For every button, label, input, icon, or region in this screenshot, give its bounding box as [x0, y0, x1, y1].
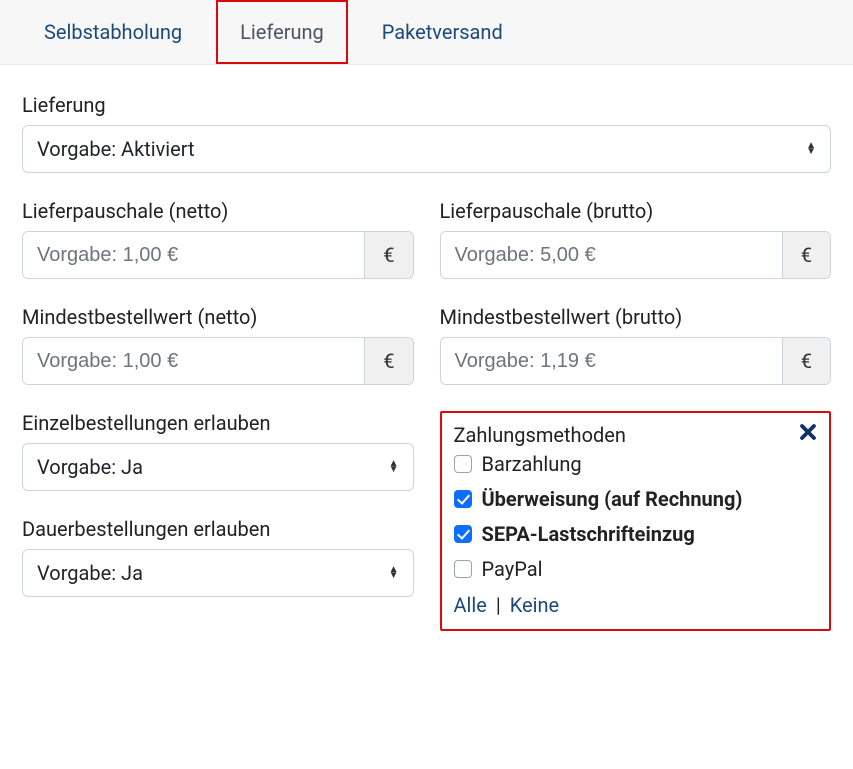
- payment-transfer-label: Überweisung (auf Rechnung): [482, 486, 743, 513]
- select-all-link[interactable]: Alle: [454, 593, 487, 617]
- chevron-updown-icon: ▲▼: [389, 461, 399, 473]
- single-orders-value: Vorgabe: Ja: [37, 455, 143, 479]
- min-net-input[interactable]: [23, 338, 364, 384]
- euro-suffix-icon: €: [364, 338, 412, 384]
- tab-bar: Selbstabholung Lieferung Paketversand: [0, 0, 853, 65]
- fee-gross-field: Lieferpauschale (brutto) €: [440, 199, 832, 279]
- fee-gross-label: Lieferpauschale (brutto): [440, 199, 832, 223]
- close-icon[interactable]: [799, 423, 817, 446]
- payment-sepa-checkbox[interactable]: [454, 525, 472, 543]
- recurring-orders-value: Vorgabe: Ja: [37, 561, 143, 585]
- fee-net-field: Lieferpauschale (netto) €: [22, 199, 414, 279]
- delivery-status-select[interactable]: Vorgabe: Aktiviert ▲▼: [22, 125, 831, 173]
- payment-sepa-label: SEPA-Lastschrifteinzug: [482, 521, 695, 548]
- single-orders-field: Einzelbestellungen erlauben Vorgabe: Ja …: [22, 411, 414, 491]
- payment-methods-title: Zahlungsmethoden: [454, 423, 626, 447]
- recurring-orders-label: Dauerbestellungen erlauben: [22, 517, 414, 541]
- payment-paypal-checkbox[interactable]: [454, 560, 472, 578]
- euro-suffix-icon: €: [782, 232, 830, 278]
- delivery-status-field: Lieferung Vorgabe: Aktiviert ▲▼: [22, 93, 831, 173]
- min-gross-field: Mindestbestellwert (brutto) €: [440, 305, 832, 385]
- delivery-status-value: Vorgabe: Aktiviert: [37, 137, 195, 161]
- close-icon-svg: [799, 423, 817, 441]
- recurring-orders-select[interactable]: Vorgabe: Ja ▲▼: [22, 549, 414, 597]
- euro-suffix-icon: €: [782, 338, 830, 384]
- min-gross-label: Mindestbestellwert (brutto): [440, 305, 832, 329]
- single-orders-select[interactable]: Vorgabe: Ja ▲▼: [22, 443, 414, 491]
- payment-cash-label: Barzahlung: [482, 451, 582, 478]
- euro-suffix-icon: €: [364, 232, 412, 278]
- recurring-orders-field: Dauerbestellungen erlauben Vorgabe: Ja ▲…: [22, 517, 414, 597]
- min-net-field: Mindestbestellwert (netto) €: [22, 305, 414, 385]
- payment-methods-panel: Zahlungsmethoden Barzahlung Überweisung …: [440, 411, 832, 631]
- chevron-updown-icon: ▲▼: [389, 567, 399, 579]
- tab-paketversand[interactable]: Paketversand: [358, 0, 527, 64]
- chevron-updown-icon: ▲▼: [806, 143, 816, 155]
- fee-gross-input[interactable]: [441, 232, 782, 278]
- fee-net-label: Lieferpauschale (netto): [22, 199, 414, 223]
- link-separator: |: [496, 593, 501, 617]
- payment-paypal-label: PayPal: [482, 556, 543, 583]
- single-orders-label: Einzelbestellungen erlauben: [22, 411, 414, 435]
- fee-net-input[interactable]: [23, 232, 364, 278]
- tab-selbstabholung[interactable]: Selbstabholung: [20, 0, 206, 64]
- payment-cash-checkbox[interactable]: [454, 455, 472, 473]
- payment-select-links: Alle | Keine: [454, 593, 818, 617]
- tab-lieferung[interactable]: Lieferung: [216, 0, 348, 64]
- content-area: Lieferung Vorgabe: Aktiviert ▲▼ Lieferpa…: [0, 65, 853, 645]
- min-net-label: Mindestbestellwert (netto): [22, 305, 414, 329]
- min-gross-input[interactable]: [441, 338, 782, 384]
- select-none-link[interactable]: Keine: [510, 593, 559, 617]
- delivery-status-label: Lieferung: [22, 93, 831, 117]
- payment-transfer-checkbox[interactable]: [454, 490, 472, 508]
